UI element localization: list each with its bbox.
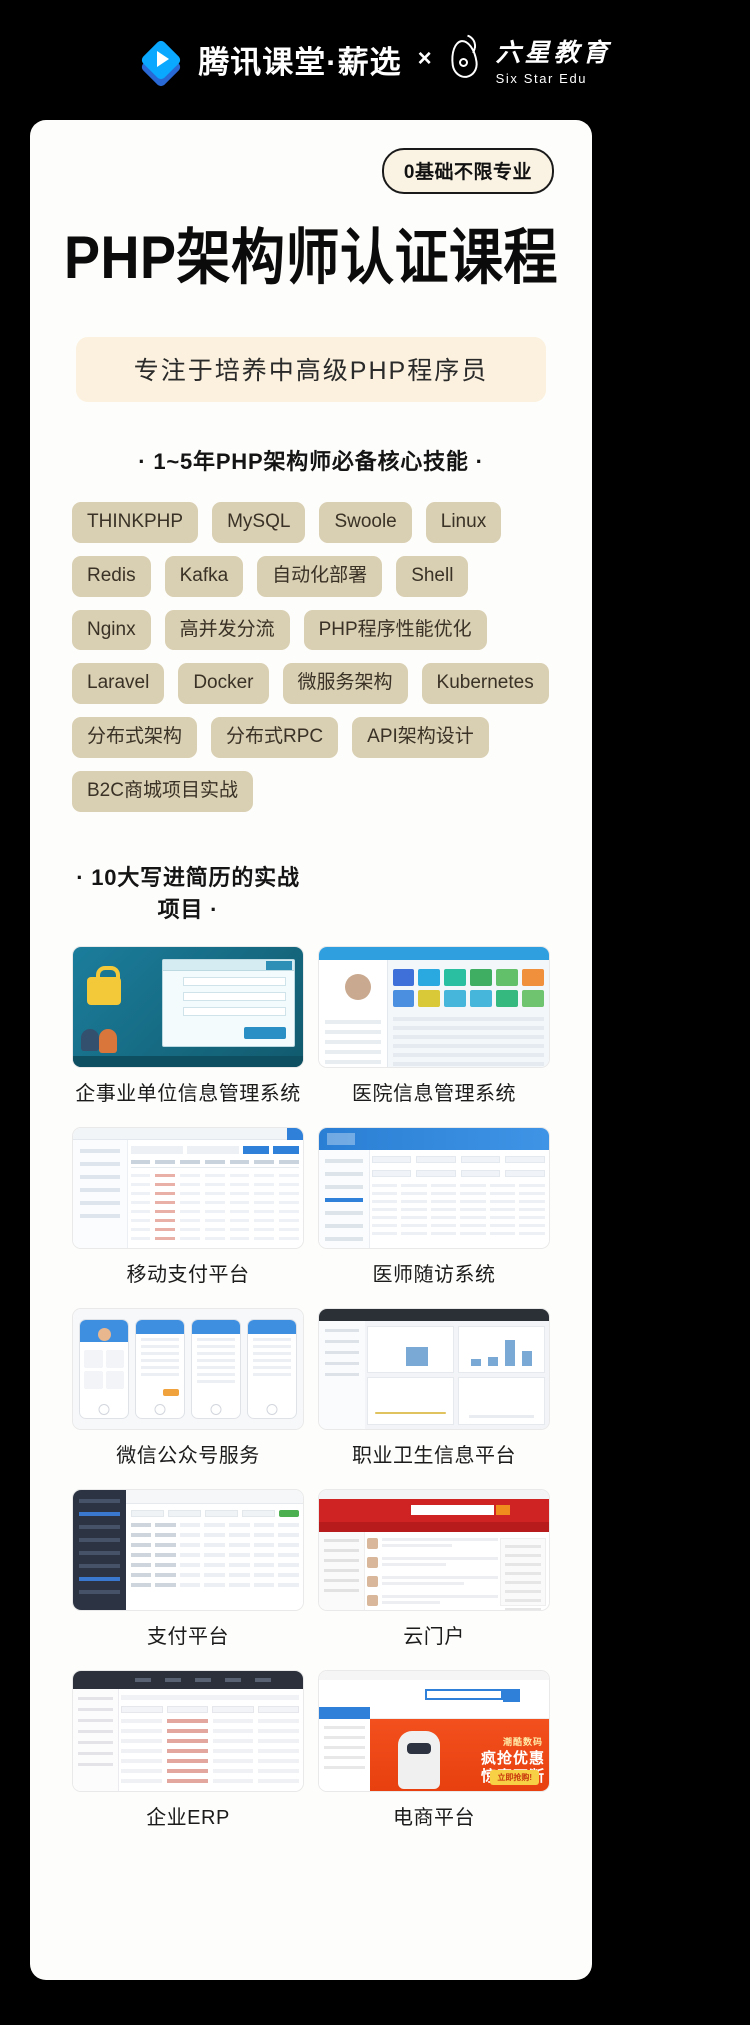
partner-brand: 六星教育 Six Star Edu [496,33,612,86]
skill-tag[interactable]: 自动化部署 [257,555,383,597]
page-title: PHP架构师认证课程 [63,224,559,292]
badge-row: 0基础不限专业 [30,120,592,194]
skill-tag[interactable]: 分布式RPC [211,717,339,758]
project-thumbnail: 潮酷数码 疯抢优惠 惊喜不断 立即抢购! [318,1669,550,1792]
project-thumbnail [318,1307,550,1430]
project-card[interactable]: 移动支付平台 [72,1126,304,1300]
skill-tag[interactable]: B2C商城项目实战 [72,770,253,812]
project-caption: 医师随访系统 [372,1263,496,1286]
erp-system-mock [73,1670,303,1791]
skill-tag[interactable]: PHP程序性能优化 [303,609,487,651]
occupational-health-dashboard-mock [319,1308,549,1429]
project-card[interactable]: 云门户 [318,1488,550,1662]
skill-tag[interactable]: Linux [425,502,502,543]
skill-tag[interactable]: 高并发分流 [164,609,290,651]
login-screen-mock [73,946,303,1067]
project-card[interactable]: 医院信息管理系统 [318,945,550,1119]
project-card[interactable]: 企事业单位信息管理系统 [72,945,304,1119]
subtitle-band: 专注于培养中高级PHP程序员 [76,337,546,402]
payment-table-mock [73,1127,303,1248]
cloud-portal-mock [319,1489,549,1610]
content-card: 0基础不限专业 PHP架构师认证课程 专注于培养中高级PHP程序员 · 1~5年… [30,120,592,1980]
project-thumbnail [318,1488,550,1611]
status-badge: 0基础不限专业 [381,148,554,194]
project-thumbnail [318,1126,550,1249]
partner-name-cn: 六星教育 [495,39,612,67]
skill-tag[interactable]: API架构设计 [352,717,489,758]
ecommerce-platform-mock: 潮酷数码 疯抢优惠 惊喜不断 立即抢购! [319,1670,549,1791]
skill-tag[interactable]: 微服务架构 [282,663,408,704]
skill-tag[interactable]: Kubernetes [421,663,549,704]
project-card[interactable]: 企业ERP [72,1669,304,1843]
project-caption: 企业ERP [146,1806,230,1829]
skill-tag[interactable]: Swoole [319,502,412,543]
projects-section-heading: · 10大写进简历的实战项目 · [76,864,300,922]
promo-poster: 腾讯课堂·薪选 × 六星教育 Six Star Edu 0基础不限专业 PHP架… [0,0,750,2025]
skill-tag[interactable]: THINKPHP [72,502,199,543]
project-caption: 企事业单位信息管理系统 [75,1082,301,1105]
project-thumbnail [72,945,304,1068]
skills-section-heading: · 1~5年PHP架构师必备核心技能 · [138,449,484,474]
skill-tag[interactable]: Laravel [72,663,165,704]
project-thumbnail [72,1669,304,1792]
project-card[interactable]: 职业卫生信息平台 [318,1307,550,1481]
project-caption: 移动支付平台 [126,1263,250,1286]
skill-tag[interactable]: Redis [72,555,151,597]
project-caption: 职业卫生信息平台 [352,1444,516,1467]
project-card[interactable]: 微信公众号服务 [72,1307,304,1481]
skill-tag[interactable]: Nginx [72,609,151,651]
tencent-brand-name: 腾讯课堂·薪选 [198,44,402,80]
banner-cta-button[interactable]: 立即抢购! [490,1769,539,1785]
project-thumbnail [318,945,550,1068]
skill-tag[interactable]: 分布式架构 [72,717,198,758]
payment-platform-mock [73,1489,303,1610]
six-star-edu-logo-icon [448,34,482,82]
project-caption: 支付平台 [147,1625,229,1648]
project-card[interactable]: 支付平台 [72,1488,304,1662]
project-card[interactable]: 潮酷数码 疯抢优惠 惊喜不断 立即抢购! 电商平台 [318,1669,550,1843]
tencent-classroom-logo-icon [138,36,184,89]
project-caption: 云门户 [403,1625,465,1648]
skill-tag[interactable]: Shell [396,555,469,597]
wechat-phones-mock [73,1308,303,1429]
skill-tag[interactable]: MySQL [212,502,306,543]
cross-icon: × [417,45,432,72]
project-caption: 电商平台 [393,1806,475,1829]
skill-tag[interactable]: Kafka [164,555,244,597]
project-thumbnail [72,1488,304,1611]
project-thumbnail [72,1307,304,1430]
hospital-admin-mock [319,946,549,1067]
project-grid: 企事业单位信息管理系统 医院信息管理系统 移动支付平台 医师随访系统 微信公众号… [30,945,592,1843]
project-caption: 微信公众号服务 [116,1444,260,1467]
skill-tag-list: THINKPHP MySQL Swoole Linux Redis Kafka … [30,502,592,812]
project-thumbnail [72,1126,304,1249]
project-caption: 医院信息管理系统 [352,1082,516,1105]
project-card[interactable]: 医师随访系统 [318,1126,550,1300]
brand-bar: 腾讯课堂·薪选 × 六星教育 Six Star Edu [0,0,750,118]
followup-system-mock [319,1127,549,1248]
partner-name-en: Six Star Edu [495,70,588,86]
skill-tag[interactable]: Docker [178,663,269,704]
